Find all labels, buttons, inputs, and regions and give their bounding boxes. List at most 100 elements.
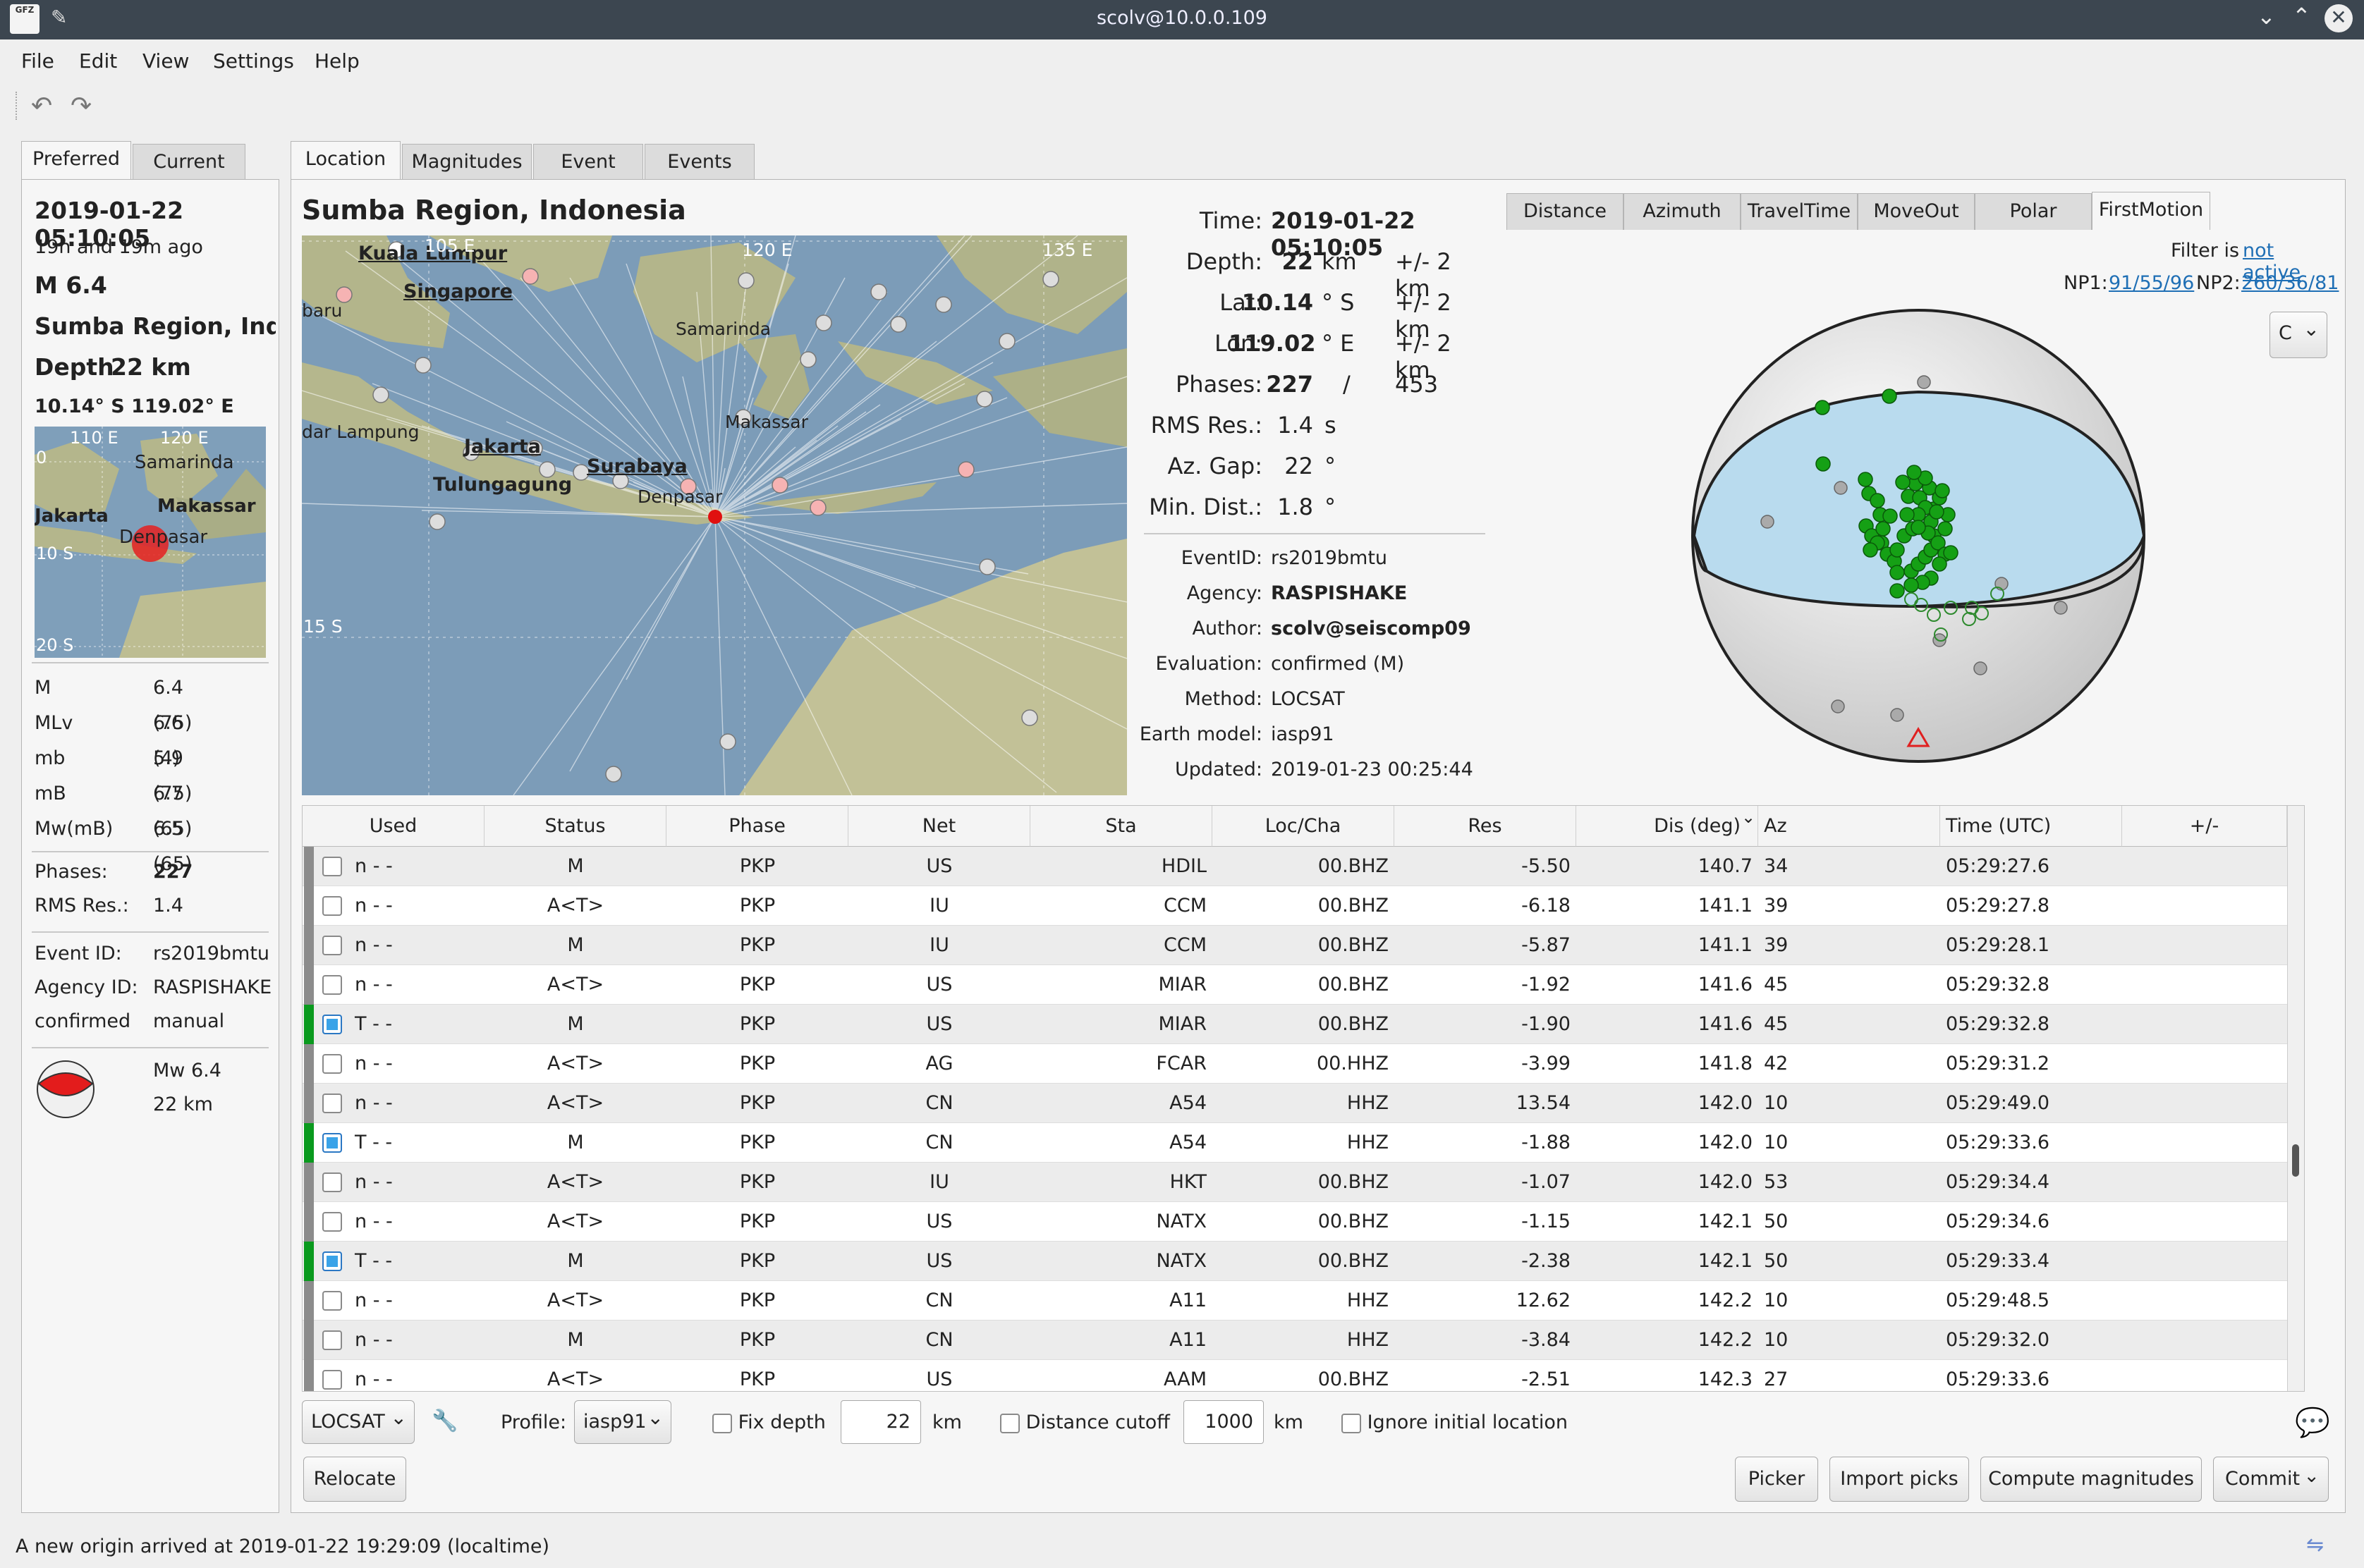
relocate-button[interactable]: Relocate [303, 1457, 406, 1502]
table-cell: A<T> [547, 895, 604, 917]
table-scrollbar[interactable] [2287, 806, 2304, 1391]
compression-point [1889, 542, 1905, 558]
comment-icon[interactable]: 💬 [2295, 1406, 2330, 1439]
table-cell: 142.1 [1698, 1211, 1753, 1232]
table-row[interactable]: T - - M PKP US NATX 00.BHZ -2.38 142.1 50 05:29:3… [303, 1242, 2304, 1281]
column-header[interactable]: Status [485, 806, 666, 847]
mini-map[interactable]: 110 E 120 E Samarinda Makassar Jakarta D… [35, 427, 266, 658]
locator-settings-icon[interactable]: 🔧 [432, 1409, 458, 1433]
menu-file[interactable]: File [21, 49, 54, 73]
origin-method: LOCSAT [1271, 688, 1345, 710]
tab-polar[interactable]: Polar [1975, 193, 2092, 230]
np1-link[interactable]: 91/55/96 [2109, 272, 2194, 294]
table-row[interactable]: n - - M PKP IU CCM 00.BHZ -5.87 141.1 39 05:29:28… [303, 926, 2304, 965]
scrollbar-handle[interactable] [2292, 1144, 2299, 1177]
column-header[interactable]: Az [1758, 806, 1940, 847]
maximize-icon[interactable]: ⌃ [2292, 3, 2311, 30]
table-row[interactable]: n - - A<T> PKP US MIAR 00.BHZ -1.92 141.6 45 05:2… [303, 965, 2304, 1005]
profile-combo[interactable]: iasp91 [574, 1397, 671, 1444]
redo-icon[interactable]: ↷ [71, 92, 92, 121]
distcut-checkbox[interactable] [1000, 1413, 1020, 1433]
used-checkbox[interactable] [322, 1172, 342, 1192]
menu-settings[interactable]: Settings [213, 49, 294, 73]
used-checkbox[interactable] [322, 1291, 342, 1311]
table-row[interactable]: n - - A<T> PKP IU CCM 00.BHZ -6.18 141.1 39 05:29… [303, 886, 2304, 926]
tab-event[interactable]: Event [533, 144, 643, 180]
tab-traveltime[interactable]: TravelTime [1741, 193, 1858, 230]
column-header[interactable]: Sta [1030, 806, 1212, 847]
distcut-checkbox-wrap[interactable]: Distance cutoff [1000, 1411, 1170, 1433]
tab-preferred[interactable]: Preferred [21, 141, 131, 180]
menu-view[interactable]: View [142, 49, 189, 73]
menu-edit[interactable]: Edit [79, 49, 117, 73]
table-row[interactable]: T - - M PKP CN A54 HHZ -1.88 142.0 10 05:29:33.6 [303, 1123, 2304, 1163]
used-checkbox[interactable] [322, 857, 342, 876]
mag-type: mb [35, 747, 66, 769]
used-checkbox[interactable] [322, 1330, 342, 1350]
minimize-icon[interactable]: ⌄ [2257, 3, 2276, 30]
distance-input[interactable]: 1000 [1183, 1400, 1264, 1444]
used-checkbox[interactable] [322, 975, 342, 995]
table-row[interactable]: n - - M PKP CN A11 HHZ -3.84 142.2 10 05:29:32.0 [303, 1321, 2304, 1360]
table-row[interactable]: n - - M PKP US HDIL 00.BHZ -5.50 140.7 34 05:29:2… [303, 847, 2304, 886]
table-cell: PKP [739, 895, 776, 917]
undo-icon[interactable]: ↶ [31, 92, 52, 121]
tab-firstmotion[interactable]: FirstMotion [2092, 192, 2210, 231]
table-cell: 141.6 [1698, 1013, 1753, 1035]
gap-unit: ° [1324, 453, 1336, 479]
fixdepth-checkbox-wrap[interactable]: Fix depth [712, 1411, 826, 1433]
ignore-checkbox[interactable] [1341, 1413, 1361, 1433]
projection-combo[interactable]: C [2269, 308, 2327, 358]
tab-current[interactable]: Current [133, 144, 245, 180]
column-header[interactable]: Loc/Cha [1212, 806, 1394, 847]
commit-button[interactable]: Commit ⌄ [2213, 1457, 2329, 1502]
table-row[interactable]: n - - A<T> PKP CN A11 HHZ 12.62 142.2 10 05:29:48… [303, 1281, 2304, 1321]
used-checkbox[interactable] [322, 1370, 342, 1390]
commit-dropdown-icon[interactable]: ⌄ [2303, 1454, 2320, 1498]
table-row[interactable]: n - - A<T> PKP IU HKT 00.BHZ -1.07 142.0 53 05:29… [303, 1163, 2304, 1202]
close-icon[interactable]: ✕ [2325, 4, 2353, 32]
tab-azimuth[interactable]: Azimuth [1623, 193, 1741, 230]
summary-fm-mag: Mw 6.4 [153, 1060, 221, 1082]
tab-location[interactable]: Location [291, 141, 401, 180]
ignore-checkbox-wrap[interactable]: Ignore initial location [1341, 1411, 1568, 1433]
used-checkbox[interactable] [322, 1251, 342, 1271]
event-map[interactable]: Kuala Lumpur Singapore baru Samarinda Ma… [302, 235, 1127, 795]
table-cell: 45 [1764, 1013, 1789, 1035]
used-checkbox[interactable] [322, 1133, 342, 1153]
table-row[interactable]: n - - A<T> PKP US AAM 00.BHZ -2.51 142.3 27 05:29… [303, 1360, 2304, 1391]
np2-link[interactable]: 260/36/81 [2241, 272, 2339, 294]
used-checkbox[interactable] [322, 1015, 342, 1034]
fixdepth-checkbox[interactable] [712, 1413, 732, 1433]
tab-magnitudes[interactable]: Magnitudes [402, 144, 532, 180]
used-checkbox[interactable] [322, 936, 342, 955]
used-checkbox[interactable] [322, 1054, 342, 1074]
table-row[interactable]: n - - A<T> PKP AG FCAR 00.HHZ -3.99 141.8 42 05:2… [303, 1044, 2304, 1084]
locator-combo[interactable]: LOCSAT [302, 1397, 415, 1444]
column-header[interactable]: Time (UTC) [1940, 806, 2122, 847]
firstmotion-plot[interactable]: Filter is not active NP1: 91/55/96 NP2: … [1506, 230, 2339, 794]
table-cell: IU [930, 934, 949, 956]
table-row[interactable]: n - - A<T> PKP US NATX 00.BHZ -1.15 142.1 50 05:2… [303, 1202, 2304, 1242]
used-checkbox[interactable] [322, 896, 342, 916]
table-cell: CN [925, 1132, 953, 1153]
picker-button[interactable]: Picker [1735, 1457, 1818, 1502]
tab-events[interactable]: Events [645, 144, 755, 180]
used-checkbox[interactable] [322, 1094, 342, 1113]
compute-magnitudes-button[interactable]: Compute magnitudes [1980, 1457, 2202, 1502]
column-header[interactable]: Dis (deg) [1576, 806, 1758, 847]
column-header[interactable]: Phase [666, 806, 848, 847]
depth-input[interactable]: 22 [841, 1400, 921, 1444]
tab-moveout[interactable]: MoveOut [1858, 193, 1975, 230]
column-header[interactable]: Used [303, 806, 485, 847]
table-row[interactable]: n - - A<T> PKP CN A54 HHZ 13.54 142.0 10 05:29:49… [303, 1084, 2304, 1123]
menu-help[interactable]: Help [315, 49, 360, 73]
column-header[interactable]: Res [1394, 806, 1576, 847]
column-header[interactable]: Net [848, 806, 1030, 847]
tab-distance[interactable]: Distance [1506, 193, 1623, 230]
import-picks-button[interactable]: Import picks [1829, 1457, 1969, 1502]
used-checkbox[interactable] [322, 1212, 342, 1232]
column-header[interactable]: +/- [2122, 806, 2287, 847]
table-row[interactable]: T - - M PKP US MIAR 00.BHZ -1.90 141.6 45 05:29:3… [303, 1005, 2304, 1044]
table-cell: -1.90 [1521, 1013, 1571, 1035]
